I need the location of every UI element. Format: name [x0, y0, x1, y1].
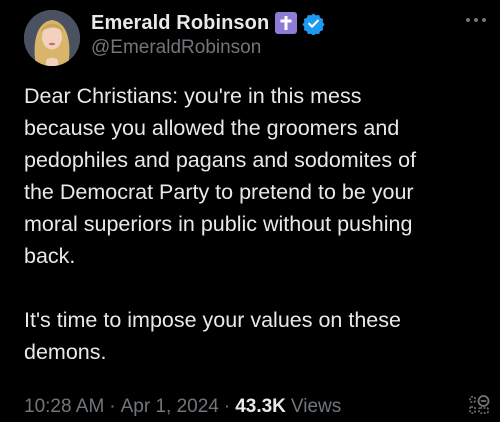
tweet-card: Emerald Robinson @EmeraldRobinson Dear C…	[0, 0, 500, 422]
avatar[interactable]	[24, 10, 80, 66]
bookmark-grid-icon[interactable]	[466, 392, 492, 418]
author-handle[interactable]: @EmeraldRobinson	[91, 37, 261, 59]
display-name[interactable]: Emerald Robinson	[91, 12, 269, 35]
tweet-paragraph: It's time to impose your values on these…	[24, 308, 401, 364]
cross-icon	[275, 12, 298, 34]
views-label: Views	[290, 396, 342, 417]
tweet-date[interactable]: Apr 1, 2024	[121, 396, 219, 418]
verified-icon[interactable]	[301, 11, 325, 35]
tweet-time[interactable]: 10:28 AM	[24, 396, 104, 418]
tweet-meta: 10:28 AM · Apr 1, 2024 · 43.3K Views	[24, 396, 341, 418]
tweet-paragraph: Dear Christians: you're in this mess bec…	[24, 84, 417, 268]
author-name-row: Emerald Robinson	[91, 10, 325, 36]
meta-separator: ·	[223, 396, 231, 417]
views-count[interactable]: 43.3K	[235, 396, 286, 418]
tweet-text: Dear Christians: you're in this mess bec…	[24, 80, 494, 368]
meta-separator: ·	[109, 396, 116, 417]
more-horizontal-icon[interactable]	[462, 12, 490, 28]
